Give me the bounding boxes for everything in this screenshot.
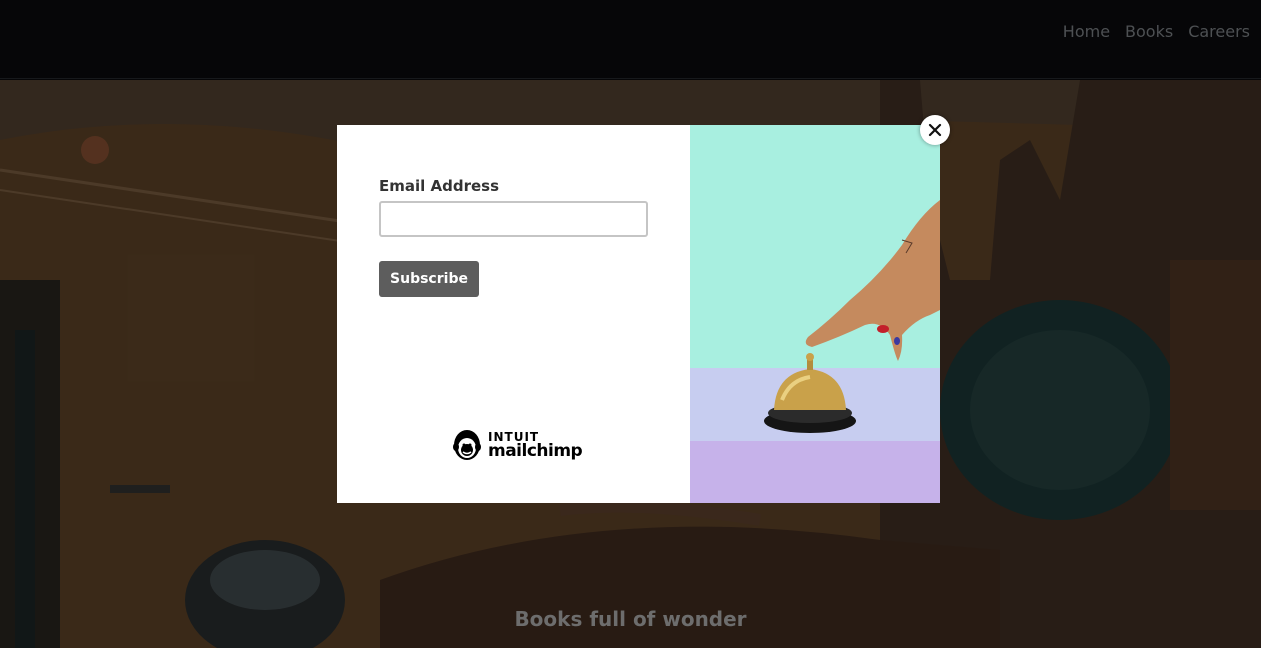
subscribe-button[interactable]: Subscribe (379, 261, 479, 297)
close-modal-button[interactable] (920, 115, 950, 145)
subscribe-modal: Email Address Subscribe INTUIT mailchimp (337, 125, 940, 503)
mailchimp-logo[interactable]: INTUIT mailchimp (452, 428, 583, 462)
close-icon (928, 123, 942, 137)
email-input[interactable] (379, 201, 648, 237)
hero-tagline: Books full of wonder (514, 607, 747, 631)
email-label: Email Address (379, 177, 500, 195)
subscribe-form: Email Address Subscribe INTUIT mailchimp (337, 125, 690, 503)
freddie-monkey-icon (453, 430, 481, 460)
promo-image (690, 125, 940, 503)
brand-mailchimp: mailchimp (488, 440, 583, 461)
